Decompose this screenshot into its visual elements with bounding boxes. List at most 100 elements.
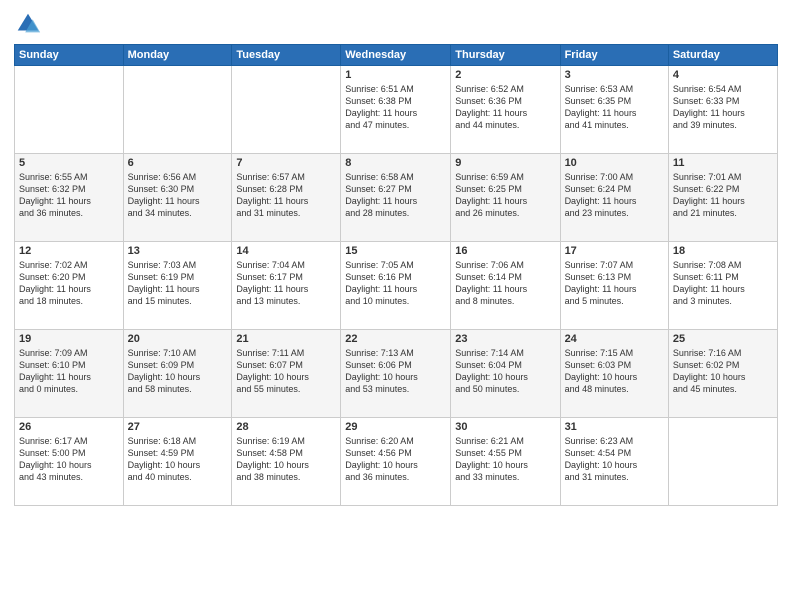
logo [14,10,46,38]
cell-content: Sunrise: 7:02 AM Sunset: 6:20 PM Dayligh… [19,259,119,308]
day-number: 3 [565,69,664,81]
cell-content: Sunrise: 6:53 AM Sunset: 6:35 PM Dayligh… [565,83,664,132]
cell-content: Sunrise: 7:04 AM Sunset: 6:17 PM Dayligh… [236,259,336,308]
cell-content: Sunrise: 7:03 AM Sunset: 6:19 PM Dayligh… [128,259,228,308]
day-number: 21 [236,333,336,345]
calendar-cell: 5Sunrise: 6:55 AM Sunset: 6:32 PM Daylig… [15,154,124,242]
day-number: 18 [673,245,773,257]
calendar-cell: 27Sunrise: 6:18 AM Sunset: 4:59 PM Dayli… [123,418,232,506]
calendar-cell: 29 Sunrise: 6:20 AM Sunset: 4:56 PM Dayli… [341,418,451,506]
calendar-cell: 19 Sunrise: 7:09 AM Sunset: 6:10 PM Dayli… [15,330,124,418]
calendar-cell: 22 Sunrise: 7:13 AM Sunset: 6:06 PM Dayli… [341,330,451,418]
day-number: 14 [236,245,336,257]
cell-content: Sunrise: 7:13 AM Sunset: 6:06 PM Dayligh… [345,347,446,396]
page: SundayMondayTuesdayWednesdayThursdayFrid… [0,0,792,612]
day-number: 29 [345,421,446,433]
cell-content: Sunrise: 7:10 AM Sunset: 6:09 PM Dayligh… [128,347,228,396]
calendar-cell: 20 Sunrise: 7:10 AM Sunset: 6:09 PM Dayli… [123,330,232,418]
cell-content: Sunrise: 6:54 AM Sunset: 6:33 PM Dayligh… [673,83,773,132]
cell-content: Sunrise: 6:23 AM Sunset: 4:54 PM Dayligh… [565,435,664,484]
calendar-cell: 24 Sunrise: 7:15 AM Sunset: 6:03 PM Dayli… [560,330,668,418]
cell-content: Sunrise: 7:14 AM Sunset: 6:04 PM Dayligh… [455,347,555,396]
week-row-0: 1 Sunrise: 6:51 AM Sunset: 6:38 PM Daylig… [15,66,778,154]
week-row-2: 12 Sunrise: 7:02 AM Sunset: 6:20 PM Dayli… [15,242,778,330]
cell-content: Sunrise: 6:57 AM Sunset: 6:28 PM Dayligh… [236,171,336,220]
calendar-cell: 16 Sunrise: 7:06 AM Sunset: 6:14 PM Dayli… [451,242,560,330]
col-header-friday: Friday [560,45,668,66]
col-header-wednesday: Wednesday [341,45,451,66]
calendar-cell: 28 Sunrise: 6:19 AM Sunset: 4:58 PM Dayli… [232,418,341,506]
day-number: 10 [565,157,664,169]
calendar-cell: 7 Sunrise: 6:57 AM Sunset: 6:28 PM Daylig… [232,154,341,242]
calendar-cell: 10 Sunrise: 7:00 AM Sunset: 6:24 PM Dayli… [560,154,668,242]
calendar-cell: 4 Sunrise: 6:54 AM Sunset: 6:33 PM Daylig… [668,66,777,154]
calendar-cell: 25 Sunrise: 7:16 AM Sunset: 6:02 PM Dayli… [668,330,777,418]
calendar-cell: 9 Sunrise: 6:59 AM Sunset: 6:25 PM Daylig… [451,154,560,242]
cell-content: Sunrise: 6:21 AM Sunset: 4:55 PM Dayligh… [455,435,555,484]
day-number: 1 [345,69,446,81]
calendar-cell: 6 Sunrise: 6:56 AM Sunset: 6:30 PM Daylig… [123,154,232,242]
calendar-cell: 15Sunrise: 7:05 AM Sunset: 6:16 PM Dayli… [341,242,451,330]
col-header-tuesday: Tuesday [232,45,341,66]
day-number: 12 [19,245,119,257]
calendar-cell: 13 Sunrise: 7:03 AM Sunset: 6:19 PM Dayli… [123,242,232,330]
cell-content: Sunrise: 6:17 AM Sunset: 5:00 PM Dayligh… [19,435,119,484]
day-number: 2 [455,69,555,81]
cell-content: Sunrise: 6:59 AM Sunset: 6:25 PM Dayligh… [455,171,555,220]
cell-content: Sunrise: 7:09 AM Sunset: 6:10 PM Dayligh… [19,347,119,396]
day-number: 22 [345,333,446,345]
cell-content: Sunrise: 7:15 AM Sunset: 6:03 PM Dayligh… [565,347,664,396]
calendar-cell: 21Sunrise: 7:11 AM Sunset: 6:07 PM Dayli… [232,330,341,418]
calendar-cell: 31Sunrise: 6:23 AM Sunset: 4:54 PM Dayli… [560,418,668,506]
cell-content: Sunrise: 6:19 AM Sunset: 4:58 PM Dayligh… [236,435,336,484]
calendar-cell: 14 Sunrise: 7:04 AM Sunset: 6:17 PM Dayli… [232,242,341,330]
cell-content: Sunrise: 7:00 AM Sunset: 6:24 PM Dayligh… [565,171,664,220]
cell-content: Sunrise: 7:07 AM Sunset: 6:13 PM Dayligh… [565,259,664,308]
calendar-cell: 2 Sunrise: 6:52 AM Sunset: 6:36 PM Daylig… [451,66,560,154]
calendar-cell: 23Sunrise: 7:14 AM Sunset: 6:04 PM Dayli… [451,330,560,418]
day-number: 8 [345,157,446,169]
day-number: 7 [236,157,336,169]
calendar-cell [15,66,124,154]
logo-icon [14,10,42,38]
calendar-cell: 17Sunrise: 7:07 AM Sunset: 6:13 PM Dayli… [560,242,668,330]
day-number: 27 [128,421,228,433]
calendar-cell: 18 Sunrise: 7:08 AM Sunset: 6:11 PM Dayli… [668,242,777,330]
cell-content: Sunrise: 6:55 AM Sunset: 6:32 PM Dayligh… [19,171,119,220]
calendar-cell: 26Sunrise: 6:17 AM Sunset: 5:00 PM Dayli… [15,418,124,506]
header [14,10,778,38]
calendar-cell: 12 Sunrise: 7:02 AM Sunset: 6:20 PM Dayli… [15,242,124,330]
cell-content: Sunrise: 6:20 AM Sunset: 4:56 PM Dayligh… [345,435,446,484]
calendar-cell: 3 Sunrise: 6:53 AM Sunset: 6:35 PM Daylig… [560,66,668,154]
day-number: 28 [236,421,336,433]
calendar-header-row: SundayMondayTuesdayWednesdayThursdayFrid… [15,45,778,66]
day-number: 25 [673,333,773,345]
day-number: 4 [673,69,773,81]
week-row-1: 5Sunrise: 6:55 AM Sunset: 6:32 PM Daylig… [15,154,778,242]
week-row-4: 26Sunrise: 6:17 AM Sunset: 5:00 PM Dayli… [15,418,778,506]
calendar-cell: 8 Sunrise: 6:58 AM Sunset: 6:27 PM Daylig… [341,154,451,242]
day-number: 16 [455,245,555,257]
cell-content: Sunrise: 6:52 AM Sunset: 6:36 PM Dayligh… [455,83,555,132]
day-number: 11 [673,157,773,169]
day-number: 13 [128,245,228,257]
day-number: 24 [565,333,664,345]
cell-content: Sunrise: 7:05 AM Sunset: 6:16 PM Dayligh… [345,259,446,308]
day-number: 9 [455,157,555,169]
day-number: 30 [455,421,555,433]
calendar-cell: 11Sunrise: 7:01 AM Sunset: 6:22 PM Dayli… [668,154,777,242]
day-number: 6 [128,157,228,169]
week-row-3: 19 Sunrise: 7:09 AM Sunset: 6:10 PM Dayli… [15,330,778,418]
calendar-table: SundayMondayTuesdayWednesdayThursdayFrid… [14,44,778,506]
calendar-cell: 1 Sunrise: 6:51 AM Sunset: 6:38 PM Daylig… [341,66,451,154]
calendar-cell: 30 Sunrise: 6:21 AM Sunset: 4:55 PM Dayli… [451,418,560,506]
cell-content: Sunrise: 7:16 AM Sunset: 6:02 PM Dayligh… [673,347,773,396]
cell-content: Sunrise: 6:56 AM Sunset: 6:30 PM Dayligh… [128,171,228,220]
cell-content: Sunrise: 7:06 AM Sunset: 6:14 PM Dayligh… [455,259,555,308]
cell-content: Sunrise: 6:58 AM Sunset: 6:27 PM Dayligh… [345,171,446,220]
cell-content: Sunrise: 7:08 AM Sunset: 6:11 PM Dayligh… [673,259,773,308]
day-number: 20 [128,333,228,345]
cell-content: Sunrise: 6:51 AM Sunset: 6:38 PM Dayligh… [345,83,446,132]
day-number: 19 [19,333,119,345]
col-header-sunday: Sunday [15,45,124,66]
